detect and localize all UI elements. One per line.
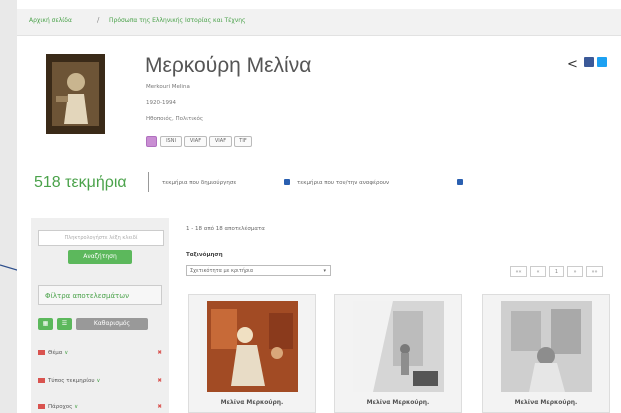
keyword-search-input[interactable]: Πληκτρολογήστε λέξη κλειδί xyxy=(38,230,164,246)
person-roles: Ηθοποιός, Πολιτικός xyxy=(146,116,204,122)
result-card[interactable]: Μελίνα Μερκούρη. xyxy=(188,294,316,413)
authority-chip[interactable]: VIAF xyxy=(184,136,207,147)
breadcrumb-current[interactable]: Πρόσωπα της Ελληνικής Ιστορίας και Τέχνη… xyxy=(109,17,246,24)
person-name: Μερκούρη Μελίνα xyxy=(145,54,312,77)
person-portrait xyxy=(46,54,105,134)
option-created-label: τεκμήρια που δημιούργησε xyxy=(162,180,237,186)
result-thumbnail[interactable] xyxy=(501,301,592,392)
type-icon xyxy=(38,378,45,383)
remove-icon[interactable]: ✖ xyxy=(157,404,162,410)
chevron-down-icon[interactable]: ∨ xyxy=(64,350,68,356)
provider-icon xyxy=(38,404,45,409)
sort-select[interactable]: Σχετικότητα με κριτήρια ▾ xyxy=(186,265,331,276)
portrait-image xyxy=(46,54,105,134)
twitter-icon[interactable] xyxy=(597,57,607,67)
clear-filters-button[interactable]: Καθαρισμός xyxy=(76,318,148,330)
filters-title: Φίλτρα αποτελεσμάτων xyxy=(38,285,162,305)
remove-icon[interactable]: ✖ xyxy=(157,350,162,356)
authority-chip[interactable]: ISNI xyxy=(160,136,182,147)
sort-label: Ταξινόμηση xyxy=(186,252,223,258)
person-latin-name: Merkouri Melina xyxy=(146,84,190,90)
breadcrumb-home[interactable]: Αρχική σελίδα xyxy=(29,17,72,24)
person-years: 1920-1994 xyxy=(146,100,176,106)
remove-icon[interactable]: ✖ xyxy=(157,378,162,384)
result-card[interactable]: Μελίνα Μερκούρη. xyxy=(334,294,462,413)
chevron-down-icon[interactable]: ∨ xyxy=(74,404,78,410)
pager-first[interactable]: «« xyxy=(510,266,527,277)
authority-chip[interactable]: VIAF xyxy=(209,136,232,147)
option-referenced-checkbox[interactable] xyxy=(457,179,463,185)
option-referenced-label: τεκμήρια που τον/την αναφέρουν xyxy=(297,180,390,186)
grid-view-toggle[interactable]: ▦ xyxy=(38,318,53,330)
item-count: 518 τεκμήρια xyxy=(34,174,127,191)
pager-page[interactable]: 1 xyxy=(549,266,564,277)
subject-icon xyxy=(38,350,45,355)
pager-prev[interactable]: « xyxy=(530,266,546,277)
search-button[interactable]: Αναζήτηση xyxy=(68,250,132,264)
authority-chip[interactable]: TIF xyxy=(234,136,252,147)
pager-next[interactable]: » xyxy=(567,266,583,277)
result-caption[interactable]: Μελίνα Μερκούρη. xyxy=(483,399,609,406)
results-count: 1 - 18 από 18 αποτελέσματα xyxy=(186,226,265,232)
facet-subject[interactable]: Θέμα ∨ ✖ xyxy=(38,350,162,356)
option-created-checkbox[interactable] xyxy=(284,179,290,185)
result-thumbnail[interactable] xyxy=(353,301,444,392)
result-thumbnail[interactable] xyxy=(207,301,298,392)
facebook-icon[interactable] xyxy=(584,57,594,67)
list-view-toggle[interactable]: ☰ xyxy=(57,318,72,330)
chevron-down-icon[interactable]: ∨ xyxy=(96,378,100,384)
facet-item-type[interactable]: Τύπος τεκμηρίου ∨ ✖ xyxy=(38,378,162,384)
result-caption[interactable]: Μελίνα Μερκούρη. xyxy=(335,399,461,406)
chevron-down-icon: ▾ xyxy=(323,268,326,274)
share-icon[interactable]: < xyxy=(567,57,578,72)
person-badge-icon xyxy=(146,136,157,147)
pager-last[interactable]: »» xyxy=(586,266,603,277)
breadcrumb: Αρχική σελίδα / Πρόσωπα της Ελληνικής Ισ… xyxy=(17,9,621,36)
result-card[interactable]: Μελίνα Μερκούρη. xyxy=(482,294,610,413)
facet-provider[interactable]: Πάροχος ∨ ✖ xyxy=(38,404,162,410)
divider xyxy=(148,172,149,192)
result-caption[interactable]: Μελίνα Μερκούρη. xyxy=(189,399,315,406)
breadcrumb-separator: / xyxy=(97,16,100,24)
